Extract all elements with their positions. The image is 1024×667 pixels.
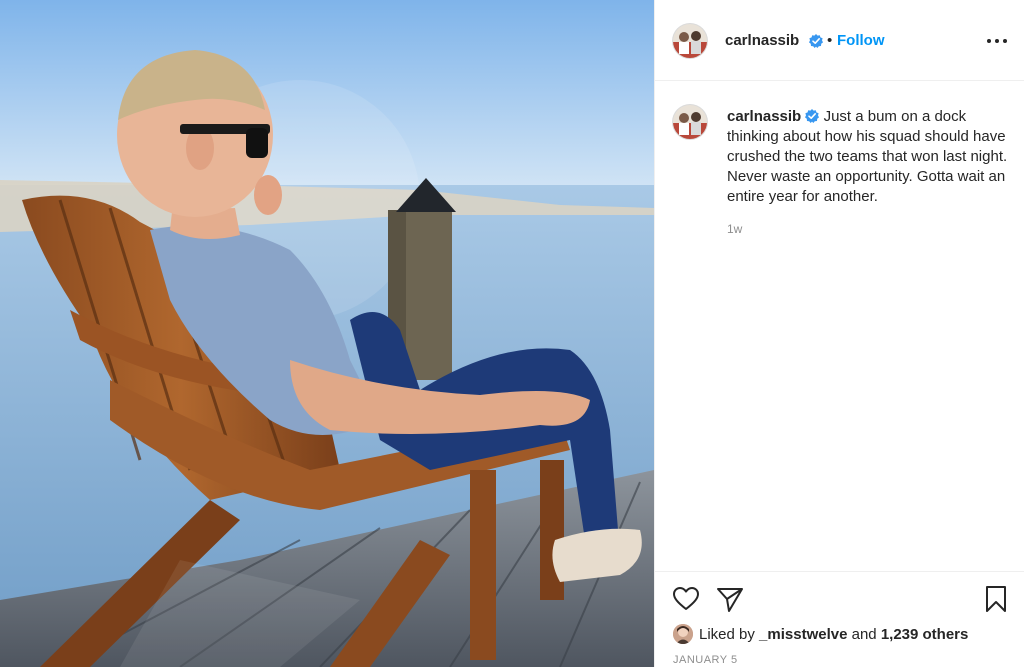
avatar-image <box>673 24 707 58</box>
post-actions: Liked by _misstwelve and 1,239 others JA… <box>655 571 1024 667</box>
caption-avatar[interactable] <box>673 105 707 139</box>
avatar-image <box>673 624 693 644</box>
verified-badge-icon <box>809 34 823 48</box>
verified-badge-icon <box>805 109 820 123</box>
header-separator: • <box>827 32 833 49</box>
liked-by-prefix: Liked by <box>699 625 755 643</box>
post-photo[interactable] <box>0 0 654 667</box>
post-sidebar: carlnassib • Follow carlnassib Just a bu… <box>654 0 1024 667</box>
photo-illustration <box>0 0 654 667</box>
liked-by-others[interactable]: 1,239 others <box>881 626 969 643</box>
liked-by-and: and <box>851 625 877 643</box>
follow-button[interactable]: Follow <box>837 32 885 49</box>
caption-username[interactable]: carlnassib <box>727 108 801 125</box>
header-username[interactable]: carlnassib <box>725 32 799 49</box>
share-icon[interactable] <box>715 584 745 614</box>
caption-text-block: carlnassib Just a bum on a dock thinking… <box>727 107 1017 207</box>
heart-icon[interactable] <box>671 584 701 614</box>
post-relative-time[interactable]: 1w <box>727 222 742 236</box>
user-avatar[interactable] <box>673 24 707 58</box>
liker-avatar[interactable] <box>673 624 693 644</box>
avatar-image <box>673 105 707 139</box>
more-options-icon[interactable] <box>985 28 1009 52</box>
post-header: carlnassib • Follow <box>655 0 1024 81</box>
post-date[interactable]: JANUARY 5 <box>673 654 738 666</box>
likes-summary: Liked by _misstwelve and 1,239 others <box>673 624 968 644</box>
bookmark-icon[interactable] <box>981 584 1011 614</box>
liked-by-user[interactable]: _misstwelve <box>759 626 847 643</box>
post-view: carlnassib • Follow carlnassib Just a bu… <box>0 0 1024 667</box>
